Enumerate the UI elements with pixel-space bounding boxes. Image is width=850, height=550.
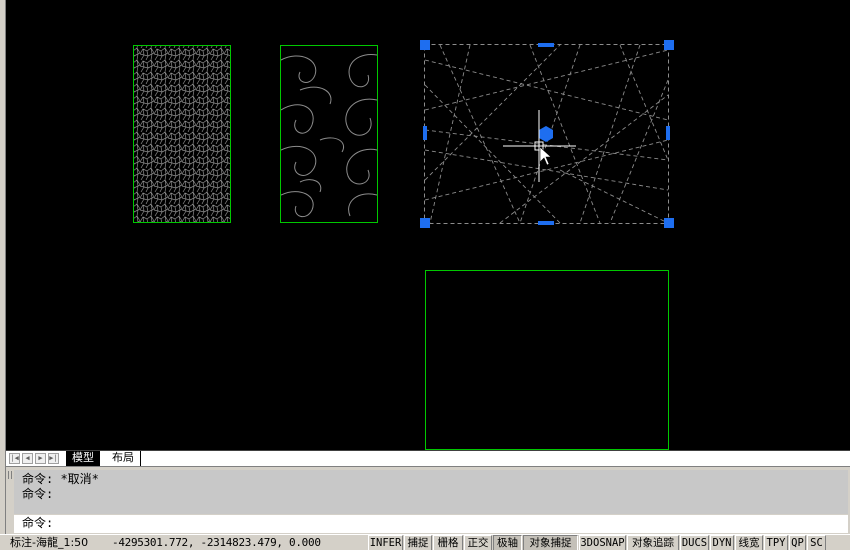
grip-top-mid — [538, 43, 554, 47]
grip-center — [539, 126, 553, 142]
grip-bottom-left — [420, 218, 430, 228]
toggle-ducs[interactable]: DUCS — [680, 535, 709, 550]
tab-layout[interactable]: 布局 — [106, 451, 141, 466]
annotation-scale[interactable]: 标注-海龍_1:50 — [10, 536, 88, 550]
toggle-tpy[interactable]: TPY — [764, 535, 788, 550]
toggle-osnap[interactable]: 对象捕捉 — [523, 535, 578, 550]
toggle-dyn[interactable]: DYN — [710, 535, 734, 550]
history-line: 命令: — [22, 487, 54, 501]
command-history: 命令: *取消* 命令: — [14, 470, 848, 514]
toggle-infer[interactable]: INFER — [368, 535, 403, 550]
history-line: 命令: *取消* — [22, 472, 99, 486]
tab-model[interactable]: 模型 — [66, 451, 100, 466]
toggle-lineweight[interactable]: 线宽 — [735, 535, 763, 550]
toggle-grid[interactable]: 栅格 — [433, 535, 463, 550]
toggle-polar[interactable]: 极轴 — [493, 535, 522, 550]
grip-top-left — [420, 40, 430, 50]
layout-tabs-bar: |◀ ◀ ▶ ▶| 模型 布局 — [6, 450, 850, 466]
toggle-qp[interactable]: QP — [789, 535, 806, 550]
grip-bottom-right — [664, 218, 674, 228]
cursor-coordinates[interactable]: -4295301.772, -2314823.479, 0.000 — [112, 536, 321, 550]
status-bar: 标注-海龍_1:50 -4295301.772, -2314823.479, 0… — [0, 534, 850, 550]
command-prompt: 命令: — [22, 516, 54, 530]
last-tab-icon[interactable]: ▶| — [48, 453, 59, 464]
toggle-snap[interactable]: 捕捉 — [404, 535, 432, 550]
toggle-otrack[interactable]: 对象追踪 — [627, 535, 679, 550]
grip-bottom-mid — [538, 221, 554, 225]
crosshair-cursor — [503, 110, 576, 182]
command-input[interactable]: 命令: — [14, 515, 848, 533]
toggle-3dosnap[interactable]: 3DOSNAP — [579, 535, 626, 550]
prev-tab-icon[interactable]: ◀ — [22, 453, 33, 464]
command-window: 命令: *取消* 命令: 命令: — [6, 466, 850, 534]
hatch-panel-mosaic[interactable] — [133, 45, 231, 223]
grip-right-mid — [666, 126, 670, 140]
grip-left-mid — [423, 126, 427, 140]
hatch-panel-clouds[interactable] — [280, 45, 378, 223]
selection-grips[interactable] — [420, 40, 674, 228]
toggle-ortho[interactable]: 正交 — [464, 535, 492, 550]
arrow-pointer-icon — [539, 146, 552, 166]
first-tab-icon[interactable]: |◀ — [9, 453, 20, 464]
toggle-sc[interactable]: SC — [807, 535, 826, 550]
grip-top-right — [664, 40, 674, 50]
drawing-canvas[interactable] — [6, 0, 850, 450]
next-tab-icon[interactable]: ▶ — [35, 453, 46, 464]
empty-rectangle[interactable] — [425, 270, 669, 450]
